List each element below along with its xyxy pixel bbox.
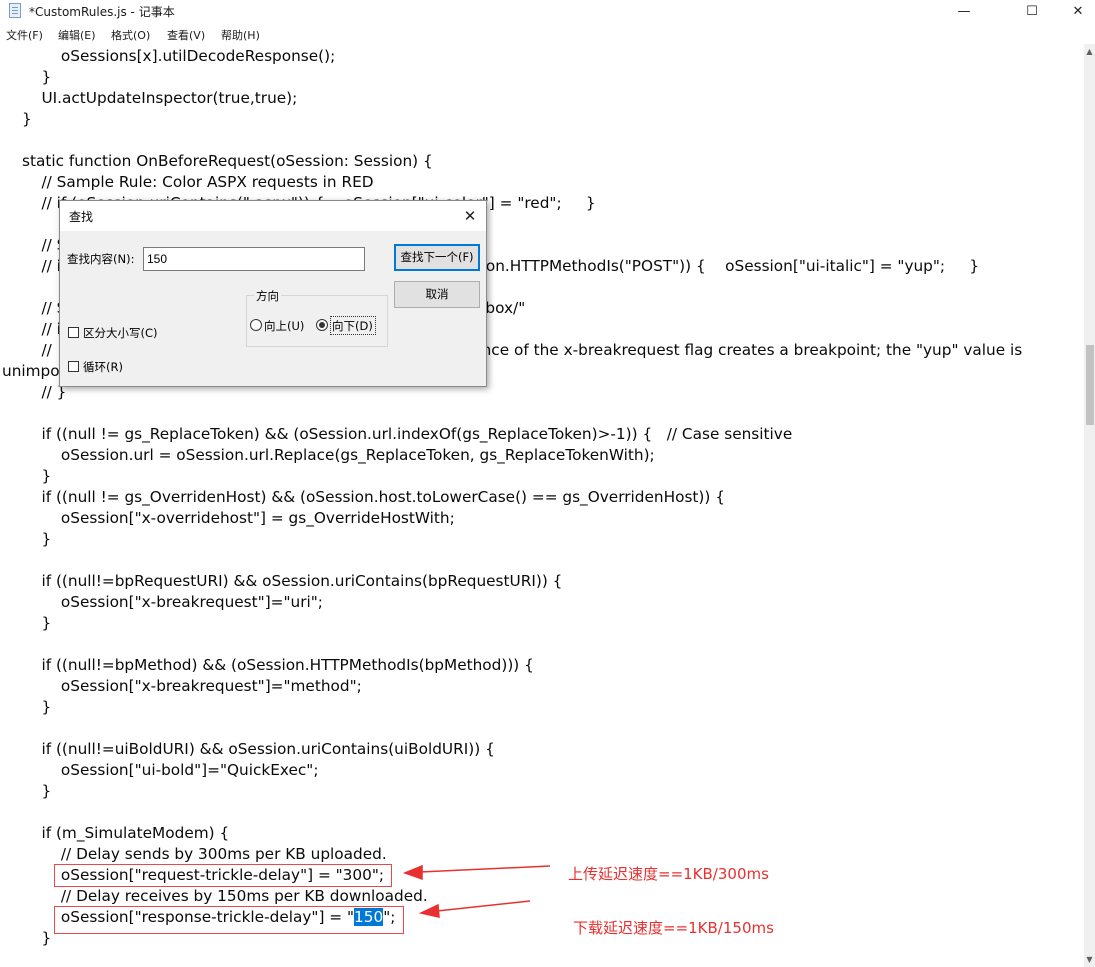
find-dialog-titlebar[interactable]: 查找 ✕ bbox=[60, 201, 486, 231]
wrap-around-label[interactable]: 循环(R) bbox=[83, 359, 123, 375]
direction-down-radio[interactable] bbox=[316, 319, 328, 331]
download-arrow bbox=[436, 900, 531, 912]
find-dialog-close-icon[interactable]: ✕ bbox=[460, 206, 480, 226]
direction-down-label[interactable]: 向下(D) bbox=[332, 318, 373, 334]
upload-arrow bbox=[419, 865, 551, 873]
download-arrowhead-icon bbox=[418, 903, 440, 918]
find-next-button[interactable]: 查找下一个(F) bbox=[394, 244, 480, 271]
find-dialog: 查找 ✕ 查找内容(N): 150 查找下一个(F) 取消 方向 向上(U) 向… bbox=[59, 200, 487, 387]
download-annotation: 下载延迟速度==1KB/150ms bbox=[573, 919, 774, 937]
upload-arrowhead-icon bbox=[402, 864, 423, 881]
wrap-around-checkbox[interactable] bbox=[68, 361, 79, 372]
direction-label: 方向 bbox=[254, 288, 281, 304]
cancel-button[interactable]: 取消 bbox=[394, 281, 480, 308]
find-what-label: 查找内容(N): bbox=[67, 252, 135, 266]
direction-up-label[interactable]: 向上(U) bbox=[264, 318, 304, 334]
match-case-checkbox[interactable] bbox=[68, 327, 79, 338]
direction-up-radio[interactable] bbox=[250, 319, 262, 331]
find-dialog-title: 查找 bbox=[69, 210, 94, 224]
annotation-arrows bbox=[402, 864, 551, 918]
upload-annotation: 上传延迟速度==1KB/300ms bbox=[568, 865, 769, 883]
find-what-input[interactable]: 150 bbox=[143, 247, 365, 271]
match-case-label[interactable]: 区分大小写(C) bbox=[83, 325, 158, 341]
